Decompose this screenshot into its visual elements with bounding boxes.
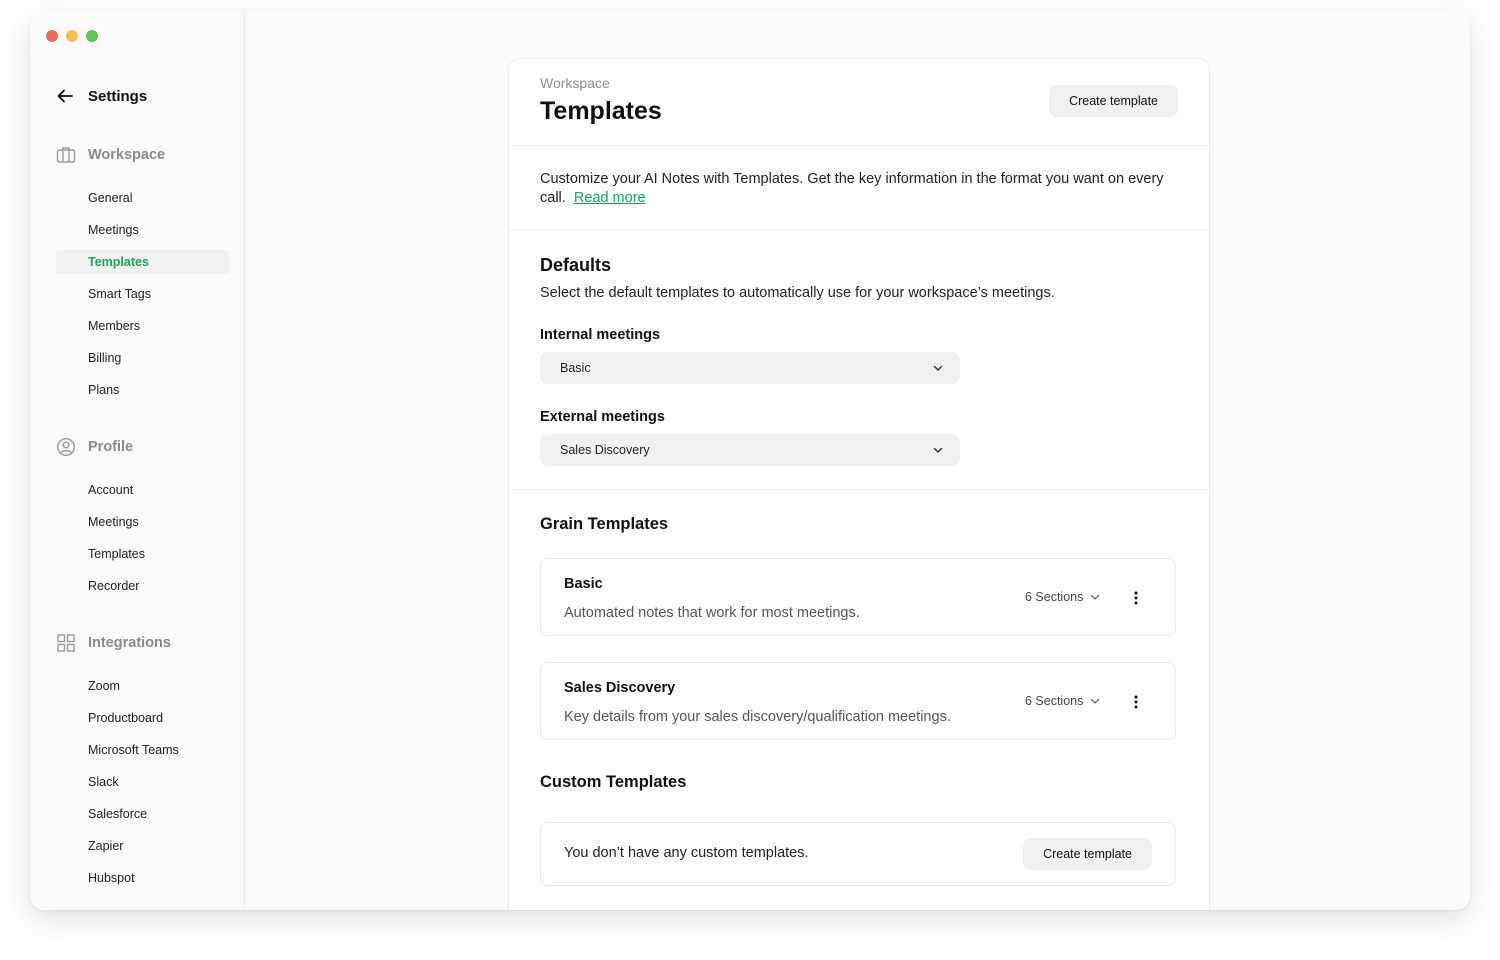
custom-templates-title: Custom Templates	[540, 773, 687, 791]
back-to-settings[interactable]: Settings	[56, 87, 147, 105]
intro-paragraph: Customize your AI Notes with Templates. …	[540, 170, 1170, 208]
external-meetings-value: Sales Discovery	[560, 443, 650, 457]
template-card-basic[interactable]: Basic Automated notes that work for most…	[540, 558, 1176, 636]
external-meetings-label: External meetings	[540, 409, 665, 425]
briefcase-icon	[56, 147, 76, 163]
template-description: Key details from your sales discovery/qu…	[564, 709, 951, 725]
sidebar-item-templates[interactable]: Templates	[56, 250, 230, 274]
arrow-left-icon	[57, 89, 73, 103]
app-window: Settings Workspace General Meetings Temp…	[30, 10, 1470, 910]
sidebar-item-general[interactable]: General	[56, 186, 230, 210]
sidebar-item-smart-tags[interactable]: Smart Tags	[56, 282, 230, 306]
templates-panel: Workspace Templates Create template Cust…	[508, 58, 1210, 910]
more-options-button[interactable]	[1127, 587, 1145, 609]
sidebar-item-plans[interactable]: Plans	[56, 378, 230, 402]
internal-meetings-label: Internal meetings	[540, 327, 661, 343]
page-header: Workspace Templates Create template	[509, 59, 1209, 146]
chevron-down-icon	[933, 365, 943, 371]
settings-sidebar: Settings Workspace General Meetings Temp…	[30, 10, 245, 910]
sidebar-item-slack[interactable]: Slack	[56, 770, 230, 794]
sections-count: 6 Sections	[1025, 694, 1084, 708]
chevron-down-icon	[933, 447, 943, 453]
empty-state-text: You don’t have any custom templates.	[564, 845, 809, 861]
internal-meetings-value: Basic	[560, 361, 591, 375]
more-vertical-icon	[1134, 695, 1138, 709]
template-description: Automated notes that work for most meeti…	[564, 605, 860, 621]
sidebar-group-header: Profile	[30, 436, 244, 458]
create-template-button[interactable]: Create template	[1049, 85, 1178, 117]
sidebar-item-members[interactable]: Members	[56, 314, 230, 338]
more-vertical-icon	[1134, 591, 1138, 605]
external-meetings-select[interactable]: Sales Discovery	[540, 434, 960, 466]
settings-title: Settings	[88, 87, 148, 105]
custom-templates-empty-state: You don’t have any custom templates. Cre…	[540, 822, 1176, 886]
user-circle-icon	[56, 437, 76, 457]
sidebar-item-microsoft-teams[interactable]: Microsoft Teams	[56, 738, 230, 762]
defaults-description: Select the default templates to automati…	[540, 285, 1055, 301]
template-name: Basic	[564, 576, 603, 592]
chevron-down-icon	[1091, 698, 1100, 704]
read-more-link[interactable]: Read more	[574, 190, 646, 206]
sidebar-item-profile-templates[interactable]: Templates	[56, 542, 230, 566]
sidebar-group-header: Integrations	[30, 632, 244, 654]
chevron-down-icon	[1091, 594, 1100, 600]
sidebar-item-hubspot[interactable]: Hubspot	[56, 866, 230, 890]
sidebar-item-zoom[interactable]: Zoom	[56, 674, 230, 698]
sidebar-item-zapier[interactable]: Zapier	[56, 834, 230, 858]
sidebar-item-billing[interactable]: Billing	[56, 346, 230, 370]
grid-icon	[57, 634, 75, 652]
internal-meetings-select[interactable]: Basic	[540, 352, 960, 384]
sidebar-item-productboard[interactable]: Productboard	[56, 706, 230, 730]
page-title: Templates	[540, 97, 662, 125]
sidebar-item-recorder[interactable]: Recorder	[56, 574, 230, 598]
defaults-section: Defaults Select the default templates to…	[509, 230, 1209, 490]
intro-section: Customize your AI Notes with Templates. …	[509, 146, 1209, 230]
sidebar-group-integrations: Integrations Zoom Productboard Microsoft…	[30, 632, 244, 898]
sidebar-group-title: Profile	[88, 439, 134, 455]
sections-dropdown[interactable]: 6 Sections	[1025, 694, 1101, 708]
minimize-window-button[interactable]	[66, 30, 78, 42]
grain-templates-title: Grain Templates	[540, 515, 669, 533]
sidebar-item-account[interactable]: Account	[56, 478, 230, 502]
sidebar-item-meetings[interactable]: Meetings	[56, 218, 230, 242]
sidebar-group-workspace: Workspace General Meetings Templates Sma…	[30, 144, 244, 410]
sidebar-group-title: Integrations	[88, 635, 171, 651]
sidebar-group-header: Workspace	[30, 144, 244, 166]
close-window-button[interactable]	[46, 30, 58, 42]
sidebar-item-profile-meetings[interactable]: Meetings	[56, 510, 230, 534]
template-name: Sales Discovery	[564, 680, 676, 696]
create-custom-template-button[interactable]: Create template	[1023, 838, 1152, 870]
template-card-sales-discovery[interactable]: Sales Discovery Key details from your sa…	[540, 662, 1176, 740]
sections-count: 6 Sections	[1025, 590, 1084, 604]
sidebar-item-salesforce[interactable]: Salesforce	[56, 802, 230, 826]
sidebar-group-profile: Profile Account Meetings Templates Recor…	[30, 436, 244, 606]
breadcrumb: Workspace	[540, 75, 610, 91]
window-controls	[46, 30, 98, 42]
defaults-title: Defaults	[540, 255, 612, 275]
sidebar-group-title: Workspace	[88, 147, 166, 163]
maximize-window-button[interactable]	[86, 30, 98, 42]
sections-dropdown[interactable]: 6 Sections	[1025, 590, 1101, 604]
more-options-button[interactable]	[1127, 691, 1145, 713]
